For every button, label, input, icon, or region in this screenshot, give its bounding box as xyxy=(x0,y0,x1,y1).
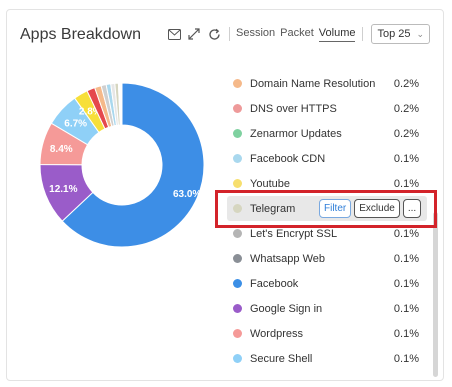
mail-icon[interactable] xyxy=(167,27,181,41)
legend-color-dot xyxy=(233,304,242,313)
legend-item[interactable]: Facebook 0.1% xyxy=(227,271,427,296)
tab-packet[interactable]: Packet xyxy=(280,27,314,41)
legend-item[interactable]: DNS over HTTPS 0.2% xyxy=(227,96,427,121)
legend-color-dot xyxy=(233,129,242,138)
legend-color-dot xyxy=(233,354,242,363)
legend-value: 0.1% xyxy=(393,327,419,340)
legend-value: 0.1% xyxy=(393,352,419,365)
legend-item[interactable]: Secure Shell 0.1% xyxy=(227,346,427,371)
legend-item[interactable]: Zenarmor Updates 0.2% xyxy=(227,121,427,146)
tab-session[interactable]: Session xyxy=(236,27,275,41)
legend-value: 0.1% xyxy=(393,252,419,265)
top-n-select[interactable]: Top 25 ⌄ xyxy=(371,24,431,44)
legend-value: 0.2% xyxy=(393,102,419,115)
apps-breakdown-widget: Apps Breakdown Session Packet Volume Top… xyxy=(6,9,444,381)
legend-color-dot xyxy=(233,229,242,238)
legend-item[interactable]: Let's Encrypt SSL 0.1% xyxy=(227,221,427,246)
legend-color-dot xyxy=(233,79,242,88)
legend-value: 0.1% xyxy=(393,277,419,290)
filter-button[interactable]: Filter xyxy=(319,199,352,218)
chevron-down-icon: ⌄ xyxy=(416,28,425,39)
widget-toolbar: Session Packet Volume Top 25 ⌄ xyxy=(167,24,431,44)
legend-color-dot xyxy=(233,179,242,188)
legend-item[interactable]: Telegram Filter Exclude... xyxy=(227,196,427,221)
toolbar-divider xyxy=(362,27,364,41)
more-actions-button[interactable]: ... xyxy=(402,199,422,218)
legend-color-dot xyxy=(233,154,242,163)
chart-legend: Domain Name Resolution 0.2% DNS over HTTPS… xyxy=(227,71,427,371)
legend-value: 0.1% xyxy=(393,227,419,240)
legend-item[interactable]: Whatsapp Web 0.1% xyxy=(227,246,427,271)
legend-value: 0.1% xyxy=(393,177,419,190)
legend-value: 0.1% xyxy=(393,302,419,315)
legend-item[interactable]: Facebook CDN 0.1% xyxy=(227,146,427,171)
legend-item[interactable]: Domain Name Resolution 0.2% xyxy=(227,71,427,96)
donut-chart: 63.0%12.1%8.4%6.7%2.8% xyxy=(39,82,205,248)
legend-color-dot xyxy=(233,279,242,288)
legend-color-dot xyxy=(233,329,242,338)
top-n-select-value: Top 25 xyxy=(377,28,411,40)
refresh-icon[interactable] xyxy=(207,27,221,41)
legend-color-dot xyxy=(233,104,242,113)
slice-label: 12.1% xyxy=(49,184,77,195)
exclude-button[interactable]: Exclude xyxy=(354,199,400,218)
legend-scrollbar[interactable] xyxy=(433,212,438,377)
legend-value: 0.2% xyxy=(393,77,419,90)
slice-label: 6.7% xyxy=(64,118,87,129)
legend-value: 0.1% xyxy=(393,152,419,165)
legend-color-dot xyxy=(233,254,242,263)
row-hover-actions: Filter Exclude... xyxy=(319,199,422,218)
legend-color-dot xyxy=(233,204,242,213)
legend-item[interactable]: Youtube 0.1% xyxy=(227,171,427,196)
tab-volume[interactable]: Volume xyxy=(318,27,356,42)
legend-item[interactable]: Wordpress 0.1% xyxy=(227,321,427,346)
legend-item[interactable]: Google Sign in 0.1% xyxy=(227,296,427,321)
slice-label: 8.4% xyxy=(50,144,73,155)
expand-icon[interactable] xyxy=(187,27,201,41)
toolbar-divider xyxy=(229,27,230,41)
legend-value: 0.2% xyxy=(393,127,419,140)
slice-label: 63.0% xyxy=(173,189,201,200)
widget-title: Apps Breakdown xyxy=(20,26,141,43)
widget-header: Apps Breakdown Session Packet Volume Top… xyxy=(7,10,443,56)
